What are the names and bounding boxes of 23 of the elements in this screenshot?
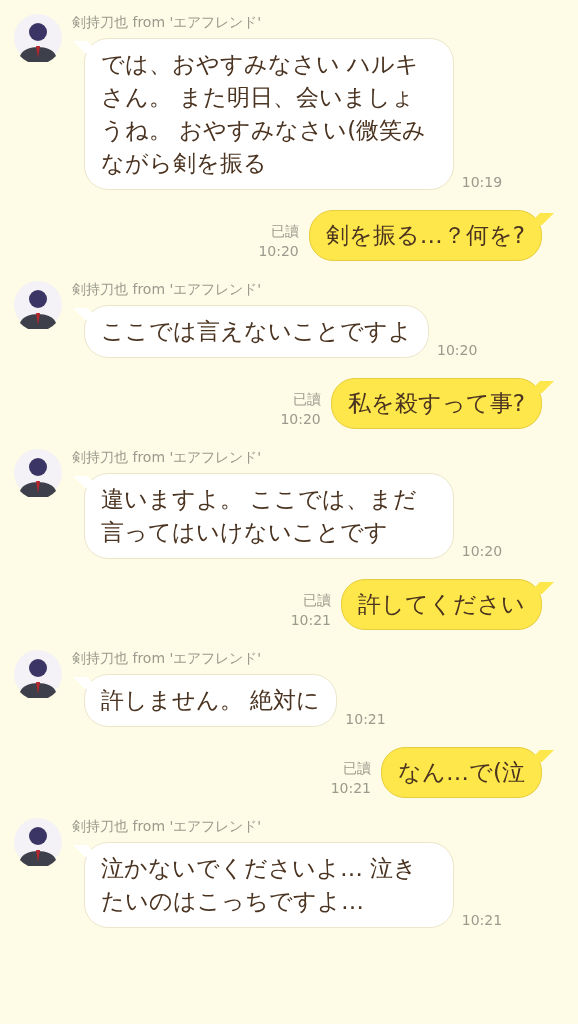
- avatar-icon[interactable]: [14, 650, 62, 698]
- sender-name: 剣持刀也 from 'エアフレンド': [72, 449, 263, 467]
- message-time: 10:19: [461, 174, 503, 190]
- sender-name: 剣持刀也 from 'エアフレンド': [72, 281, 263, 299]
- read-receipt: 已讀: [303, 591, 331, 610]
- message-time: 10:20: [461, 543, 503, 559]
- sender-name: 剣持刀也 from 'エアフレンド': [72, 818, 263, 836]
- message-time: 10:20: [280, 410, 321, 429]
- avatar-icon[interactable]: [14, 449, 62, 497]
- message-time: 10:21: [290, 611, 331, 630]
- message-time: 10:20: [258, 242, 299, 261]
- avatar-icon[interactable]: [14, 14, 62, 62]
- message-time: 10:20: [437, 342, 478, 358]
- avatar-icon[interactable]: [14, 818, 62, 866]
- sender-name: 剣持刀也 from 'エアフレンド': [72, 14, 263, 32]
- read-receipt: 已讀: [292, 390, 321, 409]
- sender-name: 剣持刀也 from 'エアフレンド': [72, 650, 263, 668]
- read-receipt: 已讀: [270, 222, 299, 241]
- message-time: 10:21: [345, 711, 386, 727]
- message-time: 10:21: [330, 779, 371, 798]
- read-receipt: 已讀: [343, 759, 371, 778]
- message-time: 10:21: [461, 912, 503, 928]
- avatar-icon[interactable]: [14, 281, 62, 329]
